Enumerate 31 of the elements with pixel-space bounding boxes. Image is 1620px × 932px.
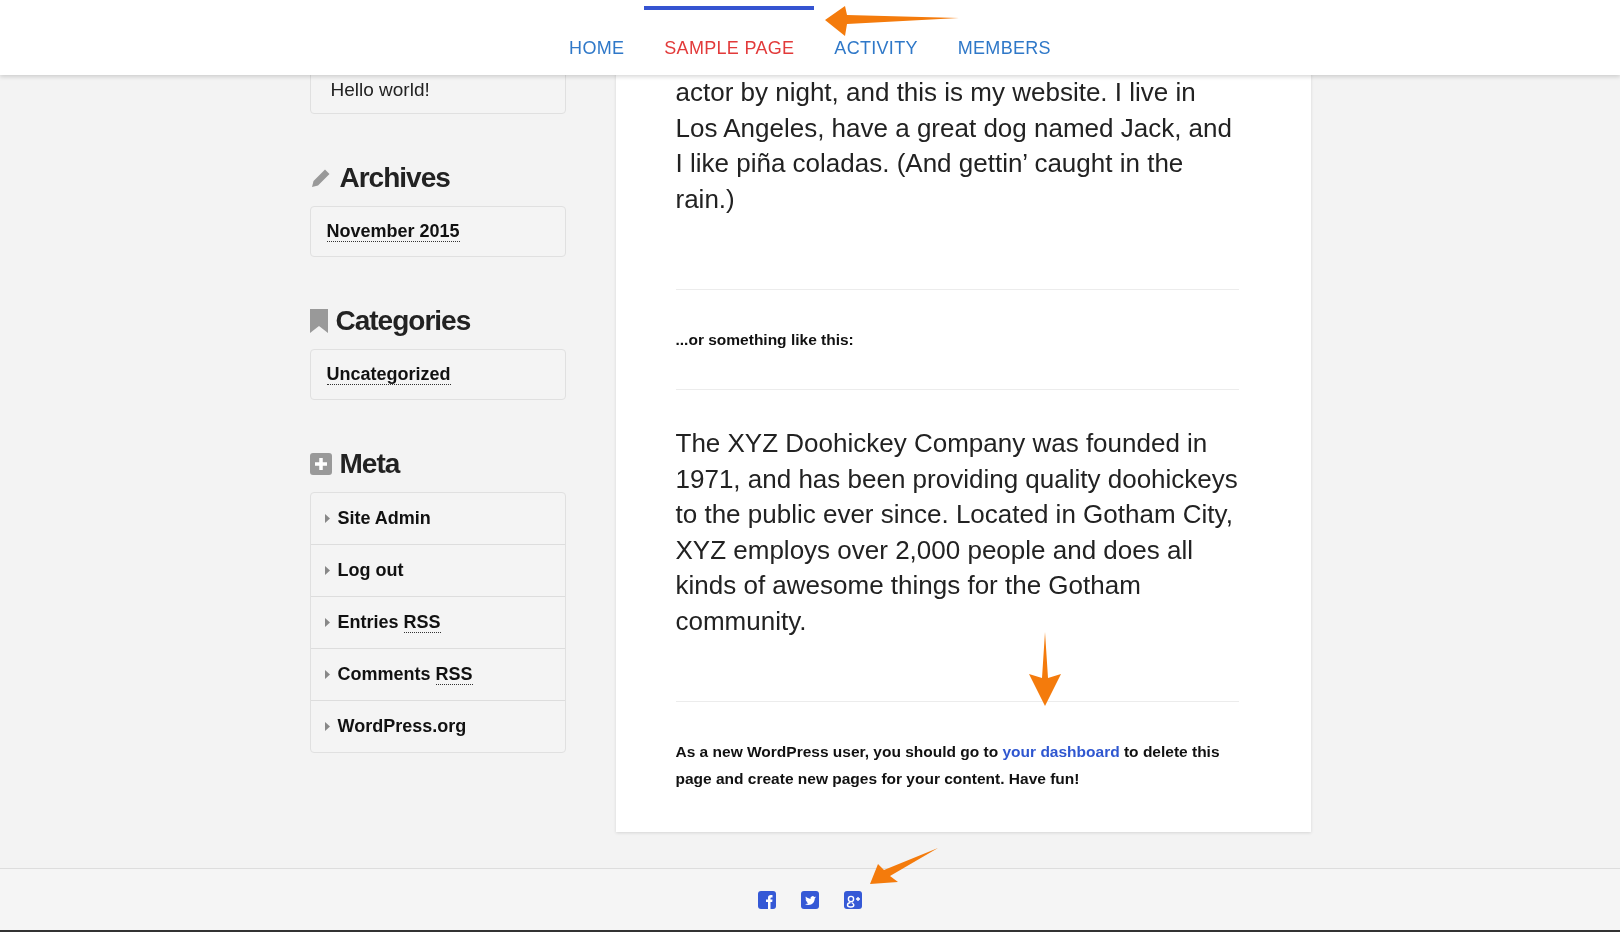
- google-plus-icon[interactable]: [844, 890, 862, 909]
- meta-link[interactable]: Site Admin: [310, 493, 565, 544]
- pencil-icon: [309, 167, 332, 189]
- paragraph: The XYZ Doohickey Company was founded in 1971, and has been providing quality doohickeys to the public ever since. Located in Gotham City, XYZ employs over 2,000 people and does all kinds of awesome things for the Gotham community.: [675, 427, 1239, 638]
- meta-link[interactable]: Comments RSS: [310, 648, 565, 700]
- caret-icon: [324, 670, 330, 679]
- meta-link[interactable]: Entries RSS: [310, 596, 565, 648]
- nav-link[interactable]: HOME: [549, 38, 645, 75]
- bookmark-icon: [309, 309, 328, 333]
- nav-link[interactable]: SAMPLE PAGE: [644, 38, 815, 75]
- dashboard-link[interactable]: your dashboard: [1002, 743, 1120, 760]
- nav-link[interactable]: MEMBERS: [937, 38, 1071, 75]
- caret-icon: [324, 514, 330, 523]
- facebook-icon[interactable]: [758, 890, 776, 909]
- meta-link[interactable]: Log out: [310, 544, 565, 596]
- widget-title: Categories: [335, 305, 471, 337]
- nav-link[interactable]: ACTIVITY: [814, 38, 938, 75]
- widget-title: Meta: [339, 448, 400, 480]
- caret-icon: [324, 566, 330, 575]
- paragraph: actor by night, and this is my website. I live in Los Angeles, have a great dog named Jack, and I like piña coladas. (And gettin’ caught in the rain.): [675, 76, 1233, 216]
- plus-icon: [309, 453, 332, 475]
- recent-post-link[interactable]: Hello world!: [330, 79, 430, 101]
- paragraph: ...or something like this:: [675, 330, 855, 350]
- caret-icon: [324, 722, 330, 731]
- widget-link[interactable]: November 2015: [326, 221, 460, 242]
- widget-title: Archives: [339, 162, 450, 194]
- paragraph: As a new WordPress user, you should go to your dashboard to delete this page and create new pages for your content. Have fun!: [675, 742, 1221, 789]
- widget-link[interactable]: Uncategorized: [326, 364, 451, 385]
- caret-icon: [324, 618, 330, 627]
- twitter-icon[interactable]: [801, 890, 819, 909]
- meta-link[interactable]: WordPress.org: [310, 700, 565, 752]
